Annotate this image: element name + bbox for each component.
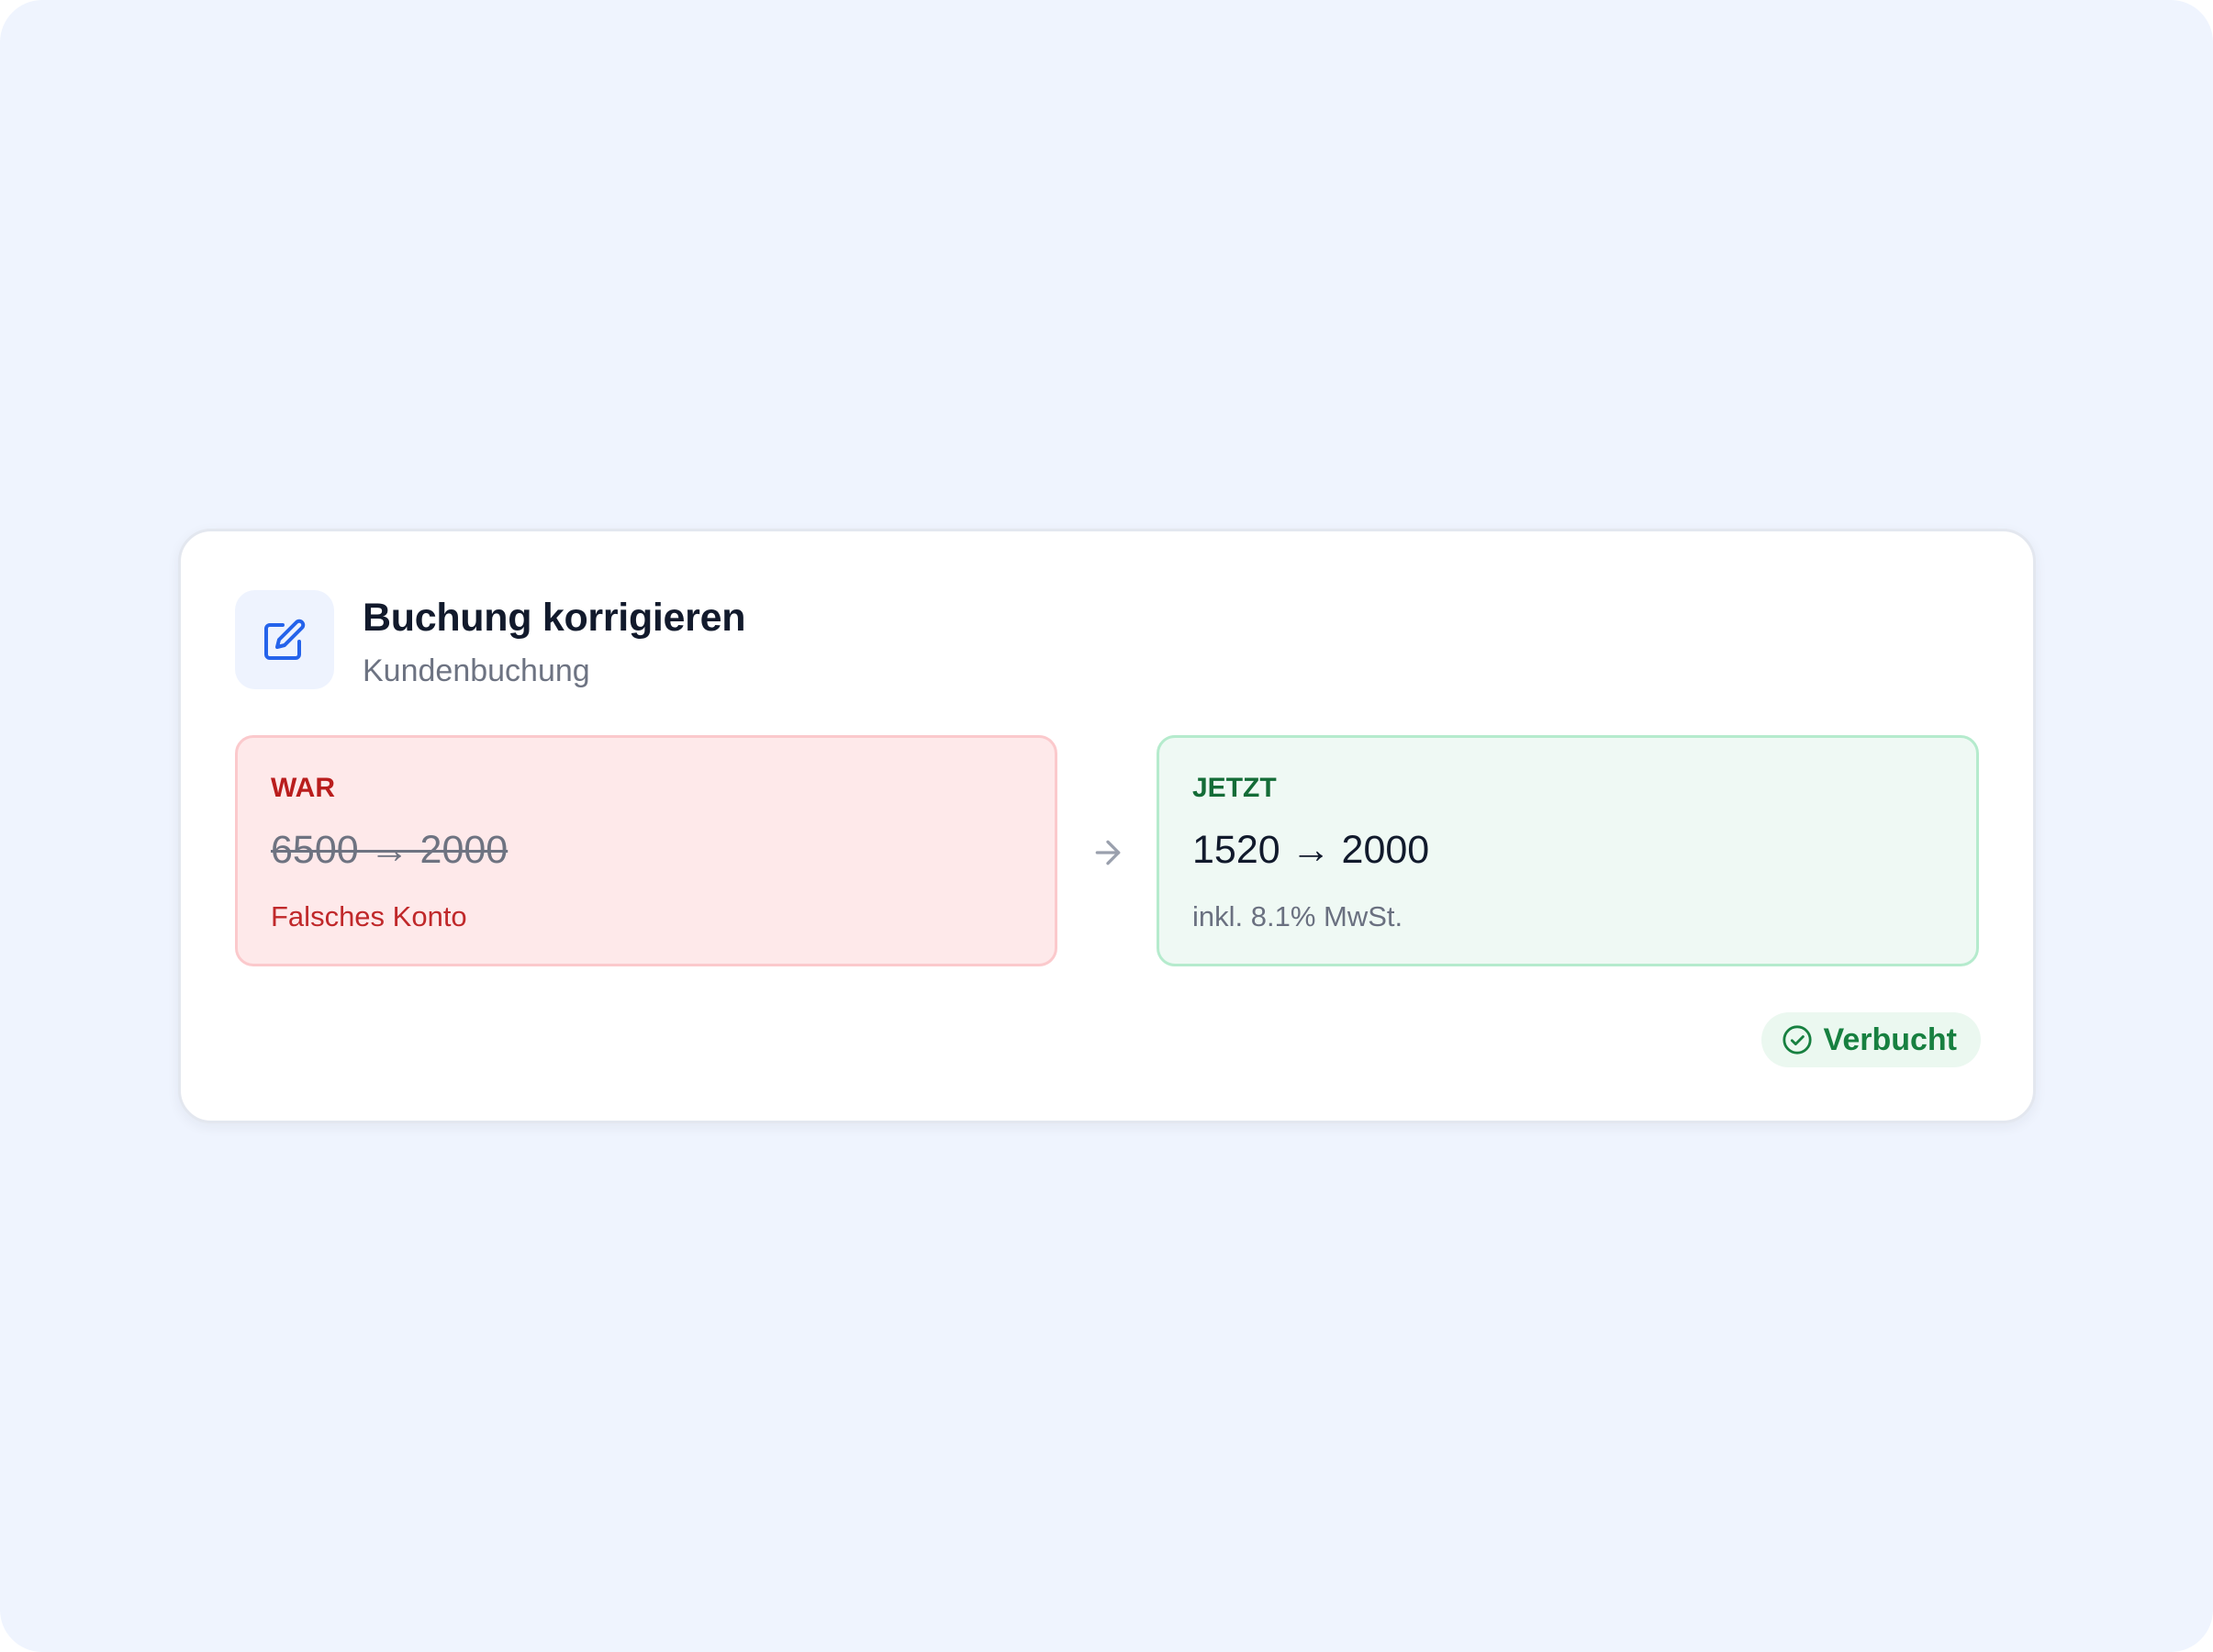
correction-card: Buchung korrigieren Kundenbuchung WAR 65… xyxy=(178,529,2036,1123)
status-label: Verbucht xyxy=(1823,1021,1957,1057)
corrected-entry-note: inkl. 8.1% MwSt. xyxy=(1192,900,1403,932)
arrow-right-icon xyxy=(1095,840,1121,865)
page-background: Buchung korrigieren Kundenbuchung WAR 65… xyxy=(0,0,2213,1652)
previous-entry-note: Falsches Konto xyxy=(271,900,467,932)
edit-icon xyxy=(235,590,334,689)
corrected-entry-value: 1520 → 2000 xyxy=(1192,828,1430,872)
previous-entry-value: 6500 → 2000 xyxy=(271,828,509,872)
corrected-entry-box: JETZT 1520 → 2000 inkl. 8.1% MwSt. xyxy=(1157,735,1979,966)
corrected-entry-label: JETZT xyxy=(1192,773,1277,803)
card-title: Buchung korrigieren xyxy=(363,596,746,640)
status-badge: Verbucht xyxy=(1760,1012,1981,1067)
previous-entry-box: WAR 6500 → 2000 Falsches Konto xyxy=(235,735,1057,966)
check-circle-icon xyxy=(1782,1025,1812,1055)
previous-entry-label: WAR xyxy=(271,773,335,803)
card-subtitle: Kundenbuchung xyxy=(363,653,590,688)
